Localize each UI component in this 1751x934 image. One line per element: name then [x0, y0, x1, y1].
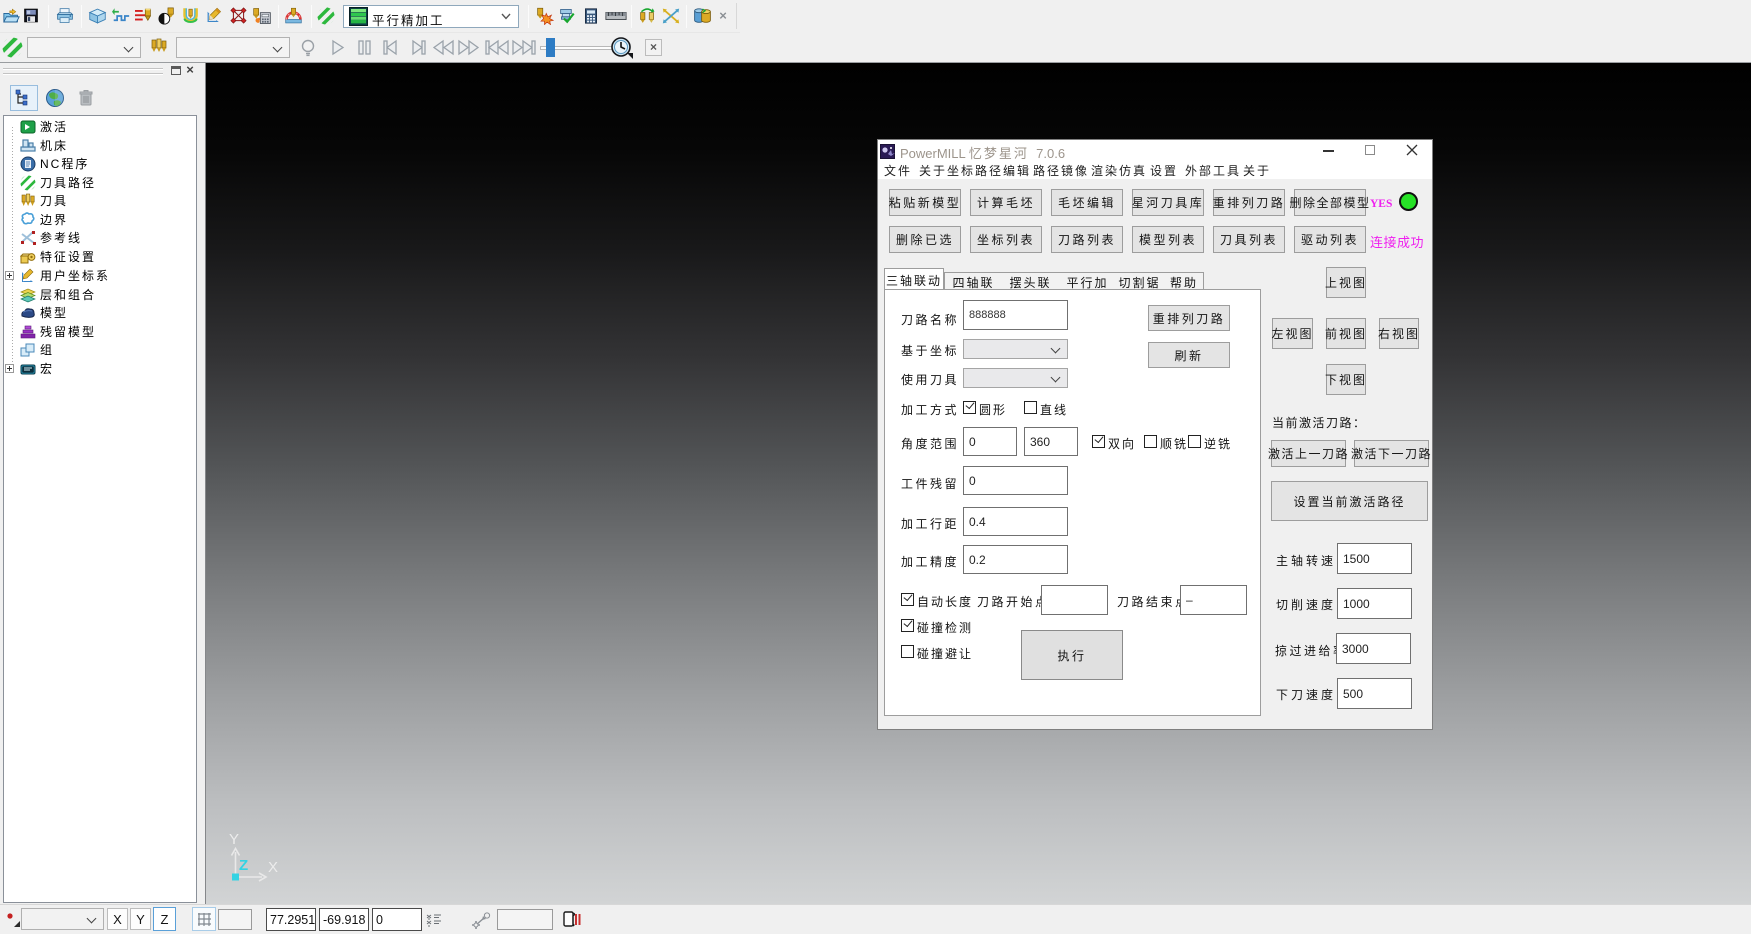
svg-text:Y: Y [229, 831, 239, 848]
svg-text:X: X [268, 859, 278, 876]
svg-text:Z: Z [239, 857, 248, 874]
